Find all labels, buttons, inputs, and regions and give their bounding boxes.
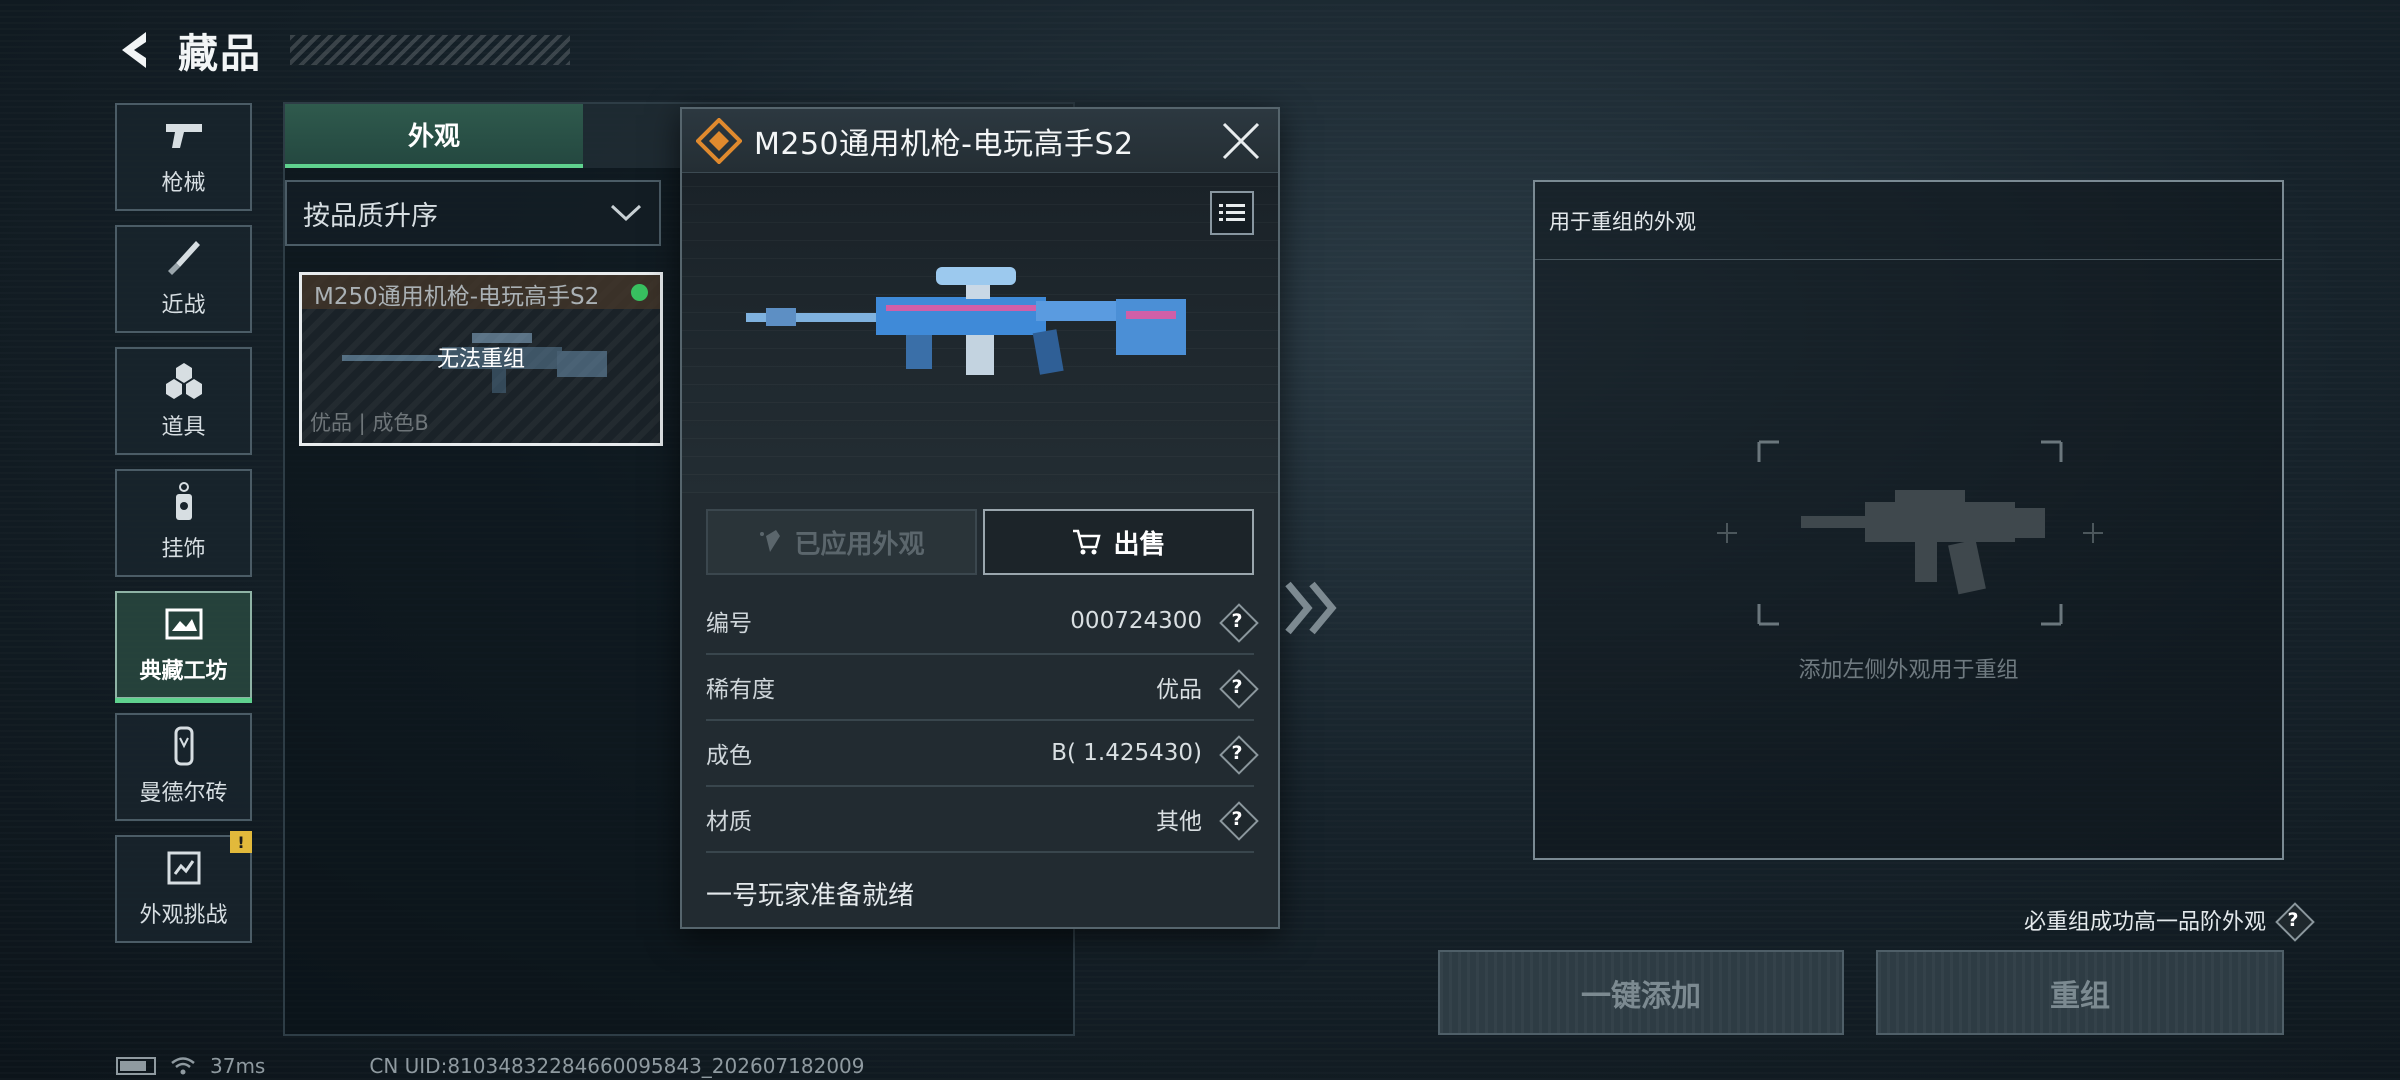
weapon-preview (682, 173, 1278, 493)
flavor-text: 一号玩家准备就绪 (706, 881, 915, 911)
header: 藏品 (116, 22, 570, 78)
sidebar-item-charms[interactable]: 挂饰 (115, 469, 252, 577)
attribute-key: 成色 (706, 743, 752, 769)
title-decoration (290, 35, 570, 65)
cannot-recombine-label: 无法重组 (436, 347, 525, 372)
quick-add-button[interactable]: 一键添加 (1438, 950, 1844, 1035)
sidebar-item-label: 枪械 (161, 171, 206, 196)
double-chevron-right-icon (1285, 581, 1337, 635)
sidebar-item-label: 典藏工坊 (139, 659, 228, 684)
weapon-model-image (746, 267, 1186, 375)
help-icon[interactable]: ? (1220, 736, 1254, 770)
status-bar: 37ms CN UID:81034832284660095843_2026071… (116, 1054, 865, 1078)
list-view-button[interactable] (1210, 191, 1254, 235)
sidebar-item-label: 挂饰 (161, 537, 206, 562)
uid-text: CN UID:81034832284660095843_202607182009 (369, 1054, 865, 1078)
attribute-key: 编号 (706, 611, 752, 637)
attribute-row-rarity: 稀有度 优品 ? (706, 655, 1254, 721)
cart-icon (1073, 529, 1102, 555)
attribute-value: 000724300 (1070, 608, 1202, 634)
rarity-dot (631, 284, 648, 301)
sidebar-item-label: 道具 (161, 415, 206, 440)
sidebar-item-label: 外观挑战 (139, 903, 228, 928)
sidebar-item-challenge[interactable]: ! 外观挑战 (115, 831, 252, 943)
help-icon[interactable]: ? (1220, 604, 1254, 638)
sidebar-item-items[interactable]: 道具 (115, 347, 252, 455)
attribute-value: B( 1.425430) (1051, 740, 1202, 766)
applied-appearance-label: 已应用外观 (794, 529, 925, 560)
help-icon[interactable]: ? (1220, 670, 1254, 704)
attribute-row-serial: 编号 000724300 ? (706, 589, 1254, 655)
tab-appearance[interactable]: 外观 (285, 104, 583, 168)
ping-value: 37ms (210, 1054, 266, 1078)
chevron-down-icon (610, 204, 642, 222)
recombine-header: 用于重组的外观 (1535, 182, 2282, 260)
attribute-value: 其他 (1156, 809, 1202, 835)
attribute-key: 材质 (706, 809, 752, 835)
rarity-diamond-icon (696, 117, 742, 164)
close-icon[interactable] (1218, 118, 1264, 164)
battery-icon (116, 1057, 156, 1075)
knife-icon (162, 239, 206, 277)
category-sidebar: 枪械 近战 道具 挂饰 典藏工坊 曼德尔砖 ! 外观挑战 (115, 103, 252, 957)
recombine-hint: 添加左侧外观用于重组 (1798, 658, 2019, 683)
pistol-icon (162, 117, 206, 155)
wifi-icon (171, 1057, 195, 1075)
popup-title: M250通用机枪-电玩高手S2 (754, 126, 1134, 162)
skin-card-name: M250通用机枪-电玩高手S2 (302, 275, 660, 310)
spray-icon (760, 530, 781, 552)
grenade-cluster-icon (162, 361, 206, 399)
skin-card[interactable]: M250通用机枪-电玩高手S2 无法重组 优品 | 成色B (299, 272, 663, 446)
sell-label: 出售 (1113, 529, 1166, 560)
back-arrow-icon[interactable] (116, 28, 160, 72)
list-icon (1219, 204, 1245, 221)
challenge-icon (162, 849, 206, 887)
action-row: 已应用外观 出售 (706, 509, 1254, 575)
sidebar-item-guns[interactable]: 枪械 (115, 103, 252, 211)
sidebar-item-mandel-brick[interactable]: 曼德尔砖 (115, 713, 252, 821)
help-icon[interactable]: ? (2276, 903, 2310, 937)
attribute-value: 优品 (1156, 677, 1202, 703)
popup-header: M250通用机枪-电玩高手S2 (682, 109, 1278, 173)
charm-icon (162, 482, 206, 521)
sort-dropdown[interactable]: 按品质升序 (285, 180, 661, 246)
applied-appearance-button[interactable]: 已应用外观 (706, 509, 977, 575)
recombine-panel: 用于重组的外观 添加左侧外观用于重组 (1533, 180, 2284, 860)
guarantee-note: 必重组成功高一品阶外观 ? (2024, 903, 2310, 937)
sell-button[interactable]: 出售 (983, 509, 1254, 575)
sort-label: 按品质升序 (303, 200, 438, 232)
attribute-table: 编号 000724300 ? 稀有度 优品 ? 成色 B( 1.425430) … (706, 589, 1254, 853)
attribute-key: 稀有度 (706, 677, 775, 703)
empty-slot-rifle-icon[interactable] (1715, 438, 2105, 628)
sidebar-item-melee[interactable]: 近战 (115, 225, 252, 333)
skin-card-meta: 优品 | 成色B (310, 411, 429, 435)
workshop-icon (162, 605, 206, 643)
warning-badge: ! (230, 831, 252, 853)
sidebar-item-label: 曼德尔砖 (139, 781, 228, 806)
page-title: 藏品 (178, 31, 262, 77)
mandel-brick-icon (162, 726, 206, 766)
recombine-button[interactable]: 重组 (1876, 950, 2284, 1035)
guarantee-text: 必重组成功高一品阶外观 (2023, 910, 2266, 935)
skin-detail-popup: M250通用机枪-电玩高手S2 已应用外观 出售 编号 000724300 ? … (680, 107, 1280, 929)
sidebar-item-label: 近战 (161, 293, 206, 318)
help-icon[interactable]: ? (1220, 802, 1254, 836)
sidebar-item-workshop[interactable]: 典藏工坊 (115, 591, 252, 703)
attribute-row-wear: 成色 B( 1.425430) ? (706, 721, 1254, 787)
attribute-row-material: 材质 其他 ? (706, 787, 1254, 853)
